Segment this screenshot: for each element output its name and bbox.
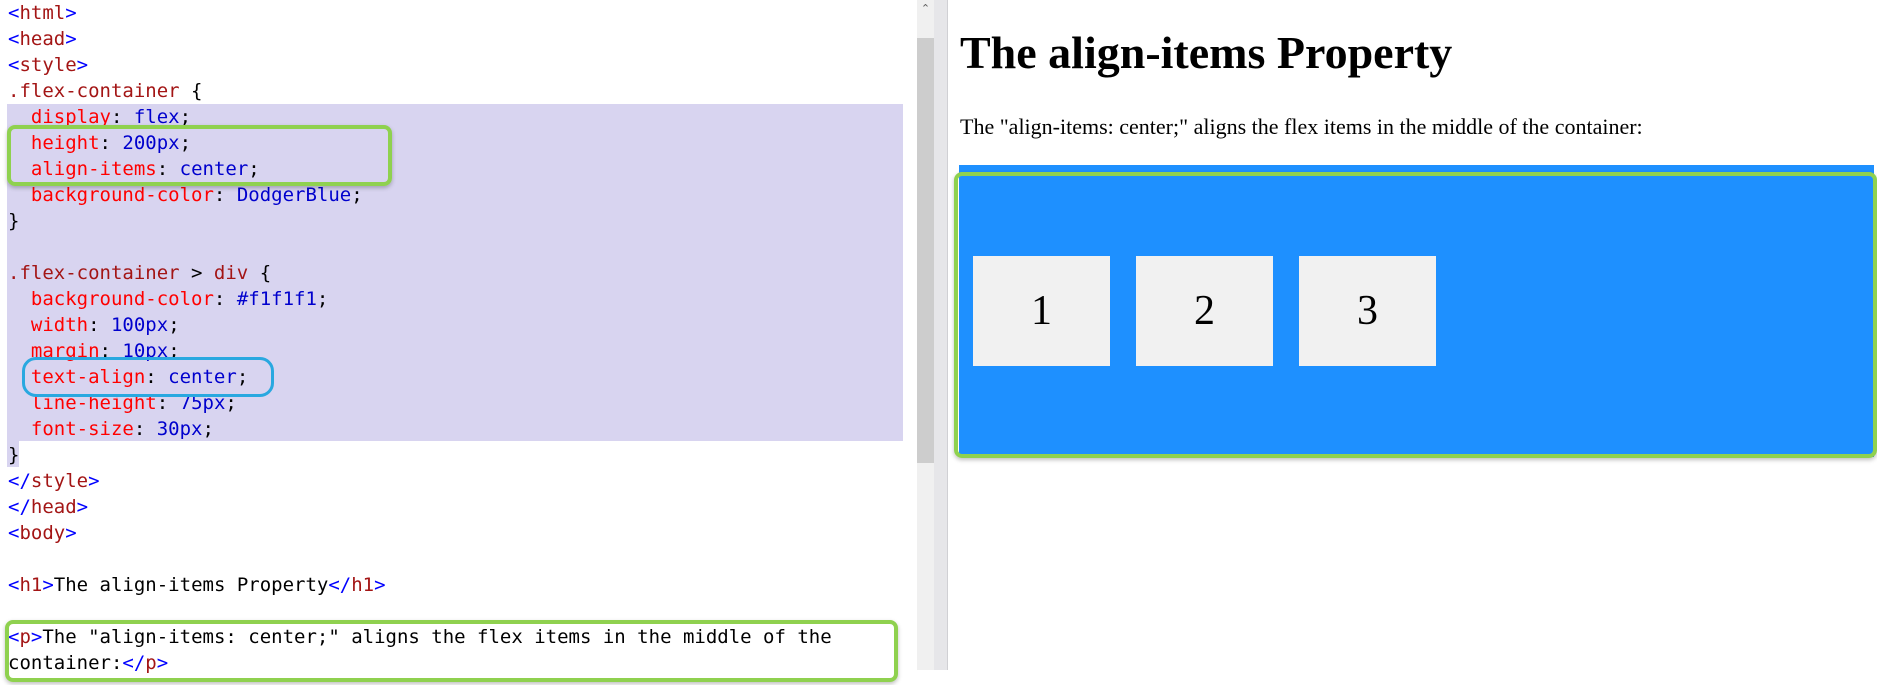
code-token: < [8,2,20,24]
code-token: > [88,470,100,492]
code-line: } [8,208,832,234]
code-line: <body> [8,520,832,546]
code-token: < [8,574,20,596]
pane-divider[interactable] [934,0,948,670]
code-token: style [30,470,89,492]
code-token: </ [8,470,31,492]
code-line: <h1>The align-items Property</h1> [8,572,832,598]
code-token: background-color [30,288,214,310]
code-token: The align-items Property [53,574,329,596]
code-token: .flex-container [8,262,180,284]
annotation-green-box-paragraph [5,620,898,682]
code-token: { [248,262,272,284]
code-token: > [65,28,77,50]
code-token: 30px [156,418,203,440]
code-token: : [88,314,111,336]
code-text[interactable]: <html> <head> <style> .flex-container { dis… [8,0,832,676]
code-token: </ [8,496,31,518]
code-token: body [19,522,66,544]
preview-heading: The align-items Property [960,27,1453,78]
preview-pane: The align-items Property The "align-item… [948,0,1877,685]
scroll-up-arrow-icon[interactable]: ⌃ [917,0,934,17]
code-line: </style> [8,468,832,494]
code-token: background-color [30,184,214,206]
code-token: ; [351,184,363,206]
annotation-green-box-height-align [7,125,392,186]
code-token: #f1f1f1 [236,288,317,310]
scroll-thumb[interactable] [917,38,934,463]
code-line: <style> [8,52,832,78]
code-token: > [42,574,54,596]
code-token: { [179,80,203,102]
code-editor[interactable]: <html> <head> <style> .flex-container { dis… [0,0,917,685]
code-token: : [213,184,237,206]
code-line: background-color: #f1f1f1; [8,286,832,312]
code-line: .flex-container { [8,78,832,104]
code-token: head [19,28,66,50]
code-token: > [179,262,214,284]
code-token: ; [168,314,180,336]
preview-paragraph: The "align-items: center;" aligns the fl… [960,114,1643,139]
code-token: : [133,418,157,440]
code-line: <head> [8,26,832,52]
code-line: </head> [8,494,832,520]
code-token: 100px [110,314,169,336]
code-token: div [213,262,249,284]
code-token: < [8,522,20,544]
code-token: } [8,210,20,232]
code-token: style [19,54,77,76]
code-line: <html> [8,0,832,26]
code-token: font-size [30,418,134,440]
code-token: : [213,288,237,310]
code-token: < [8,28,20,50]
editor-scrollbar[interactable]: ⌃ [917,0,934,670]
code-token: h1 [351,574,375,596]
code-token: .flex-container [8,80,180,102]
code-token: h1 [19,574,43,596]
annotation-green-box-flex-container [954,172,1877,458]
code-token: DodgerBlue [236,184,352,206]
code-token: } [8,444,20,466]
code-token: > [374,574,386,596]
code-token: > [76,496,89,518]
code-line: width: 100px; [8,312,832,338]
code-token: </ [328,574,352,596]
code-token: width [30,314,89,336]
annotation-blue-circle-text-align [22,357,274,397]
code-line: } [8,442,832,468]
code-token: ; [202,418,214,440]
code-token: html [19,2,66,24]
code-line: .flex-container > div { [8,260,832,286]
code-token: > [76,54,89,76]
code-token: head [30,496,77,518]
code-token: > [65,2,77,24]
code-token: ; [316,288,329,310]
code-token: < [8,54,20,76]
code-line: font-size: 30px; [8,416,832,442]
code-token: > [65,522,77,544]
